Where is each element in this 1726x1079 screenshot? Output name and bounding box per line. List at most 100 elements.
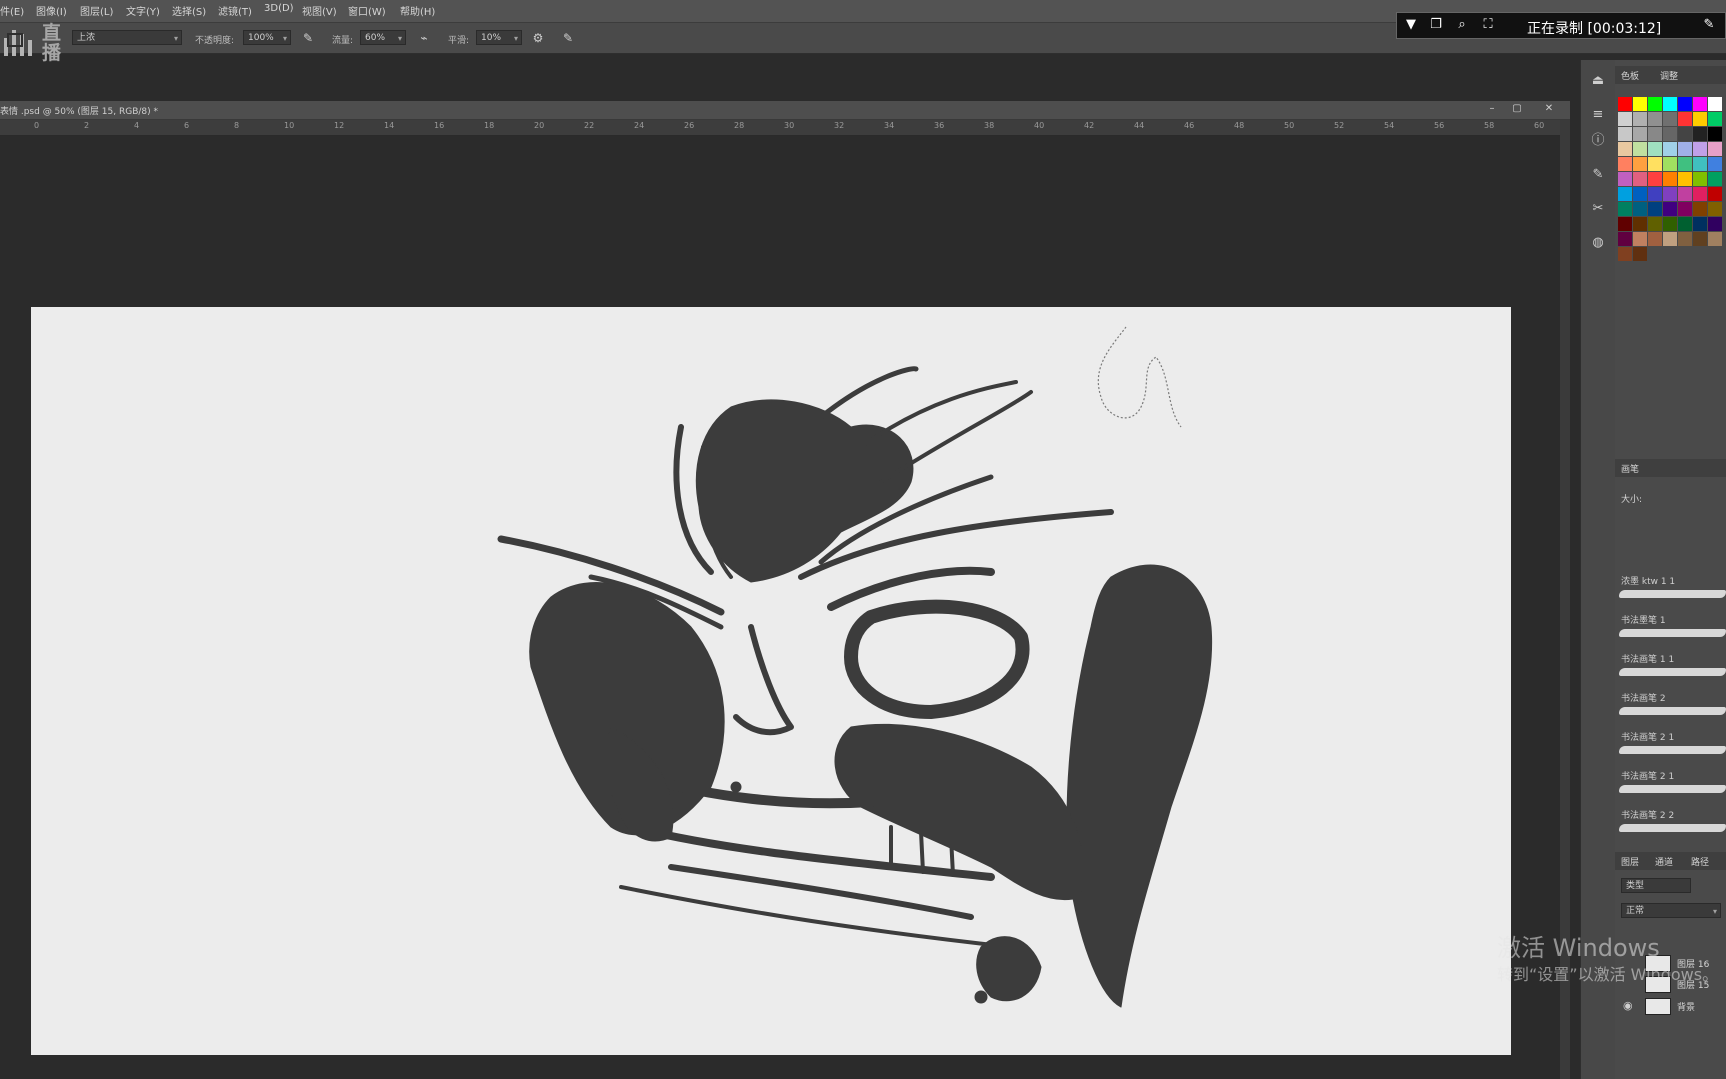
color-swatch[interactable] xyxy=(1618,142,1632,156)
menu-item-window[interactable]: 窗口(W) xyxy=(348,3,386,18)
brush-preset-item[interactable]: 书法画笔 2 2 xyxy=(1615,804,1726,843)
actions-icon[interactable]: ◍ xyxy=(1589,234,1607,252)
color-swatch[interactable] xyxy=(1633,157,1647,171)
color-swatch[interactable] xyxy=(1648,142,1662,156)
pen-icon[interactable]: ✎ xyxy=(1701,17,1717,33)
color-swatch[interactable] xyxy=(1678,127,1692,141)
color-swatch[interactable] xyxy=(1618,187,1632,201)
color-swatch[interactable] xyxy=(1618,247,1632,261)
menu-item-type[interactable]: 文字(Y) xyxy=(126,3,160,18)
color-swatch[interactable] xyxy=(1618,97,1632,111)
color-swatch[interactable] xyxy=(1618,232,1632,246)
color-swatch[interactable] xyxy=(1633,112,1647,126)
color-swatch[interactable] xyxy=(1618,112,1632,126)
color-swatch[interactable] xyxy=(1678,217,1692,231)
brush-settings-icon[interactable]: ✎ xyxy=(1589,166,1607,184)
color-swatch[interactable] xyxy=(1693,97,1707,111)
menu-item-layer[interactable]: 图层(L) xyxy=(80,3,113,18)
color-swatch[interactable] xyxy=(1678,187,1692,201)
color-swatch[interactable] xyxy=(1633,217,1647,231)
zoom-icon[interactable]: ⌕ xyxy=(1454,17,1470,33)
color-swatch[interactable] xyxy=(1663,187,1677,201)
flow-field[interactable]: 60% ▾ xyxy=(360,30,406,45)
color-swatch[interactable] xyxy=(1708,127,1722,141)
brush-preset-item[interactable]: 书法墨笔 1 xyxy=(1615,609,1726,648)
properties-icon[interactable]: ≡ xyxy=(1589,106,1607,124)
tab-paths[interactable]: 路径 xyxy=(1691,855,1709,868)
menu-item-select[interactable]: 选择(S) xyxy=(172,3,206,18)
menu-item-view[interactable]: 视图(V) xyxy=(302,3,337,18)
dropdown-triangle-icon[interactable]: ▼ xyxy=(1403,17,1419,33)
tab-swatches[interactable]: 色板 xyxy=(1621,69,1639,82)
brush-preset-picker[interactable]: 上浓 ▾ xyxy=(72,30,182,45)
color-swatch[interactable] xyxy=(1663,202,1677,216)
eye-icon[interactable]: ◉ xyxy=(1623,999,1633,1012)
color-swatch[interactable] xyxy=(1693,172,1707,186)
color-swatch[interactable] xyxy=(1678,112,1692,126)
color-swatch[interactable] xyxy=(1708,187,1722,201)
color-swatch[interactable] xyxy=(1648,97,1662,111)
layer-row[interactable]: ◉ 背景 xyxy=(1615,996,1726,1016)
window-restore-icon[interactable]: ❐ xyxy=(1428,17,1444,33)
color-swatch[interactable] xyxy=(1648,172,1662,186)
brush-preset-item[interactable]: 书法画笔 1 1 xyxy=(1615,648,1726,687)
color-swatch[interactable] xyxy=(1663,157,1677,171)
color-swatch[interactable] xyxy=(1633,172,1647,186)
color-swatch[interactable] xyxy=(1633,127,1647,141)
color-swatch[interactable] xyxy=(1648,202,1662,216)
color-swatch[interactable] xyxy=(1648,232,1662,246)
color-swatch[interactable] xyxy=(1663,217,1677,231)
color-swatch[interactable] xyxy=(1708,112,1722,126)
color-swatch[interactable] xyxy=(1648,157,1662,171)
color-swatch[interactable] xyxy=(1633,142,1647,156)
color-swatch[interactable] xyxy=(1708,232,1722,246)
color-swatch[interactable] xyxy=(1663,112,1677,126)
blend-mode-select[interactable]: 正常 ▾ xyxy=(1621,903,1721,918)
brush-preset-item[interactable]: 书法画笔 2 1 xyxy=(1615,765,1726,804)
color-swatch[interactable] xyxy=(1693,202,1707,216)
maximize-icon[interactable]: ▢ xyxy=(1509,102,1525,116)
menu-item-edit[interactable]: 件(E) xyxy=(0,3,24,18)
color-swatch[interactable] xyxy=(1648,127,1662,141)
color-swatch[interactable] xyxy=(1693,127,1707,141)
document-tab[interactable]: 表情 .psd @ 50% (图层 15, RGB/8) * – ▢ ✕ xyxy=(0,101,1570,120)
color-swatch[interactable] xyxy=(1708,157,1722,171)
tab-adjustments[interactable]: 调整 xyxy=(1660,69,1678,82)
color-swatch[interactable] xyxy=(1693,157,1707,171)
gear-icon[interactable]: ⚙ xyxy=(530,30,546,46)
color-swatch[interactable] xyxy=(1648,112,1662,126)
color-swatch[interactable] xyxy=(1693,217,1707,231)
layer-kind-filter[interactable]: 类型 xyxy=(1621,878,1691,893)
color-swatch[interactable] xyxy=(1633,202,1647,216)
color-swatch[interactable] xyxy=(1708,172,1722,186)
history-icon[interactable]: ⏏ xyxy=(1589,72,1607,90)
color-swatch[interactable] xyxy=(1663,172,1677,186)
clone-source-icon[interactable]: ✂ xyxy=(1589,200,1607,218)
color-swatch[interactable] xyxy=(1618,172,1632,186)
minimize-icon[interactable]: – xyxy=(1484,102,1500,116)
pressure-size-icon[interactable]: ✎ xyxy=(560,30,576,46)
color-swatch[interactable] xyxy=(1648,217,1662,231)
menu-item-filter[interactable]: 滤镜(T) xyxy=(218,3,252,18)
color-swatch[interactable] xyxy=(1618,202,1632,216)
pressure-opacity-icon[interactable]: ✎ xyxy=(300,30,316,46)
color-swatch[interactable] xyxy=(1678,202,1692,216)
smoothing-field[interactable]: 10% ▾ xyxy=(476,30,522,45)
brush-preset-item[interactable]: 书法画笔 2 1 xyxy=(1615,726,1726,765)
color-swatch[interactable] xyxy=(1618,217,1632,231)
menu-item-help[interactable]: 帮助(H) xyxy=(400,3,435,18)
menu-item-3d[interactable]: 3D(D) xyxy=(264,3,294,14)
color-swatch[interactable] xyxy=(1618,157,1632,171)
color-swatch[interactable] xyxy=(1633,187,1647,201)
color-swatch[interactable] xyxy=(1708,202,1722,216)
region-select-icon[interactable]: ⛶ xyxy=(1480,17,1496,33)
tab-brush[interactable]: 画笔 xyxy=(1621,462,1639,475)
color-swatch[interactable] xyxy=(1678,142,1692,156)
close-icon[interactable]: ✕ xyxy=(1541,102,1557,116)
color-swatch[interactable] xyxy=(1693,142,1707,156)
color-swatch[interactable] xyxy=(1678,97,1692,111)
color-swatch[interactable] xyxy=(1633,232,1647,246)
color-swatch[interactable] xyxy=(1678,232,1692,246)
color-swatch[interactable] xyxy=(1648,187,1662,201)
color-swatch[interactable] xyxy=(1693,187,1707,201)
